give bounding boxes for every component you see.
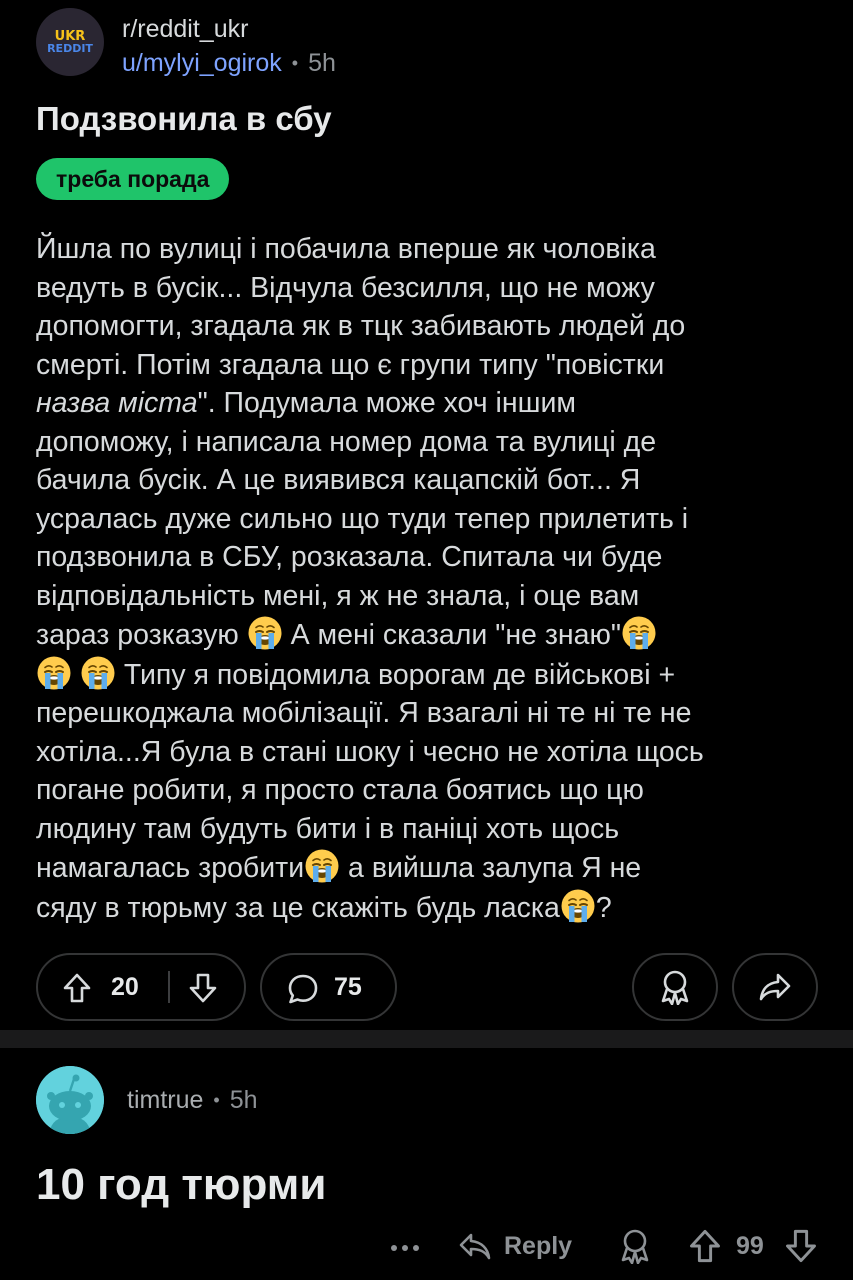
commenter-avatar[interactable] xyxy=(36,1066,104,1134)
post-time: 5h xyxy=(308,49,336,77)
body-line: хотіла...Я була в стані шоку і чесно не … xyxy=(36,735,704,768)
body-line: сяду в тюрьму за це скажіть будь ласка? xyxy=(36,888,826,928)
share-arrow-icon xyxy=(759,973,791,1001)
comment: timtrue • 5h 10 год тюрми Reply 99 xyxy=(0,1048,853,1280)
crying-emoji-icon xyxy=(247,615,283,651)
body-line: допоможу, і написала номер дома та вулиц… xyxy=(36,425,657,458)
body-line: подзвонила в СБУ, розказала. Спитала чи … xyxy=(36,541,663,573)
post-meta: r/reddit_ukr u/mylyi_ogirok • 5h xyxy=(122,8,336,79)
downvote-arrow-icon[interactable] xyxy=(188,972,218,1004)
body-segment: а вийшла залупа Я не xyxy=(340,852,642,884)
upvote-arrow-icon[interactable] xyxy=(62,972,92,1004)
vote-pill: 20 xyxy=(36,953,246,1021)
body-line: допомогти, згадала як в тцк забивають лю… xyxy=(36,310,686,342)
comment-user-line: timtrue • 5h xyxy=(127,1086,258,1115)
body-line: перешкоджала мобілізації. Я взагалі ні т… xyxy=(36,697,692,729)
subreddit-name[interactable]: r/reddit_ukr xyxy=(122,13,336,45)
award-icon xyxy=(661,970,689,1005)
more-options-icon[interactable] xyxy=(388,1234,422,1262)
reply-button[interactable]: Reply xyxy=(458,1230,572,1262)
crying-emoji-icon xyxy=(304,848,340,884)
crying-emoji-icon xyxy=(36,655,72,691)
meta-separator: • xyxy=(291,53,299,73)
crying-emoji-icon xyxy=(560,888,596,924)
reply-arrow-icon xyxy=(459,1233,491,1260)
body-italic: назва міста xyxy=(36,387,198,419)
comment-username[interactable]: timtrue xyxy=(127,1086,203,1115)
section-divider xyxy=(0,1030,853,1048)
body-line: усралась дуже сильно що туди тепер приле… xyxy=(36,502,689,535)
body-line: людину там будуть бити і в паніці хоть щ… xyxy=(36,812,620,845)
subreddit-avatar[interactable]: UKR REDDIT xyxy=(36,8,104,76)
comment-upvote-icon[interactable] xyxy=(688,1228,722,1264)
post-title[interactable]: Подзвонила в сбу xyxy=(36,96,332,142)
body-line: зараз розказую А мені сказали "не знаю" xyxy=(36,615,826,655)
comment-text: 10 год тюрми xyxy=(36,1160,327,1209)
body-segment: ". Подумала може хоч іншим xyxy=(197,387,576,419)
comments-button[interactable]: 75 xyxy=(260,953,397,1021)
body-segment: А мені сказали "не знаю" xyxy=(282,619,621,651)
body-line: ведуть в бусік... Відчула безсилля, що н… xyxy=(36,271,655,304)
body-line: відповідальність мені, я ж не знала, і о… xyxy=(36,579,640,612)
post-author[interactable]: u/mylyi_ogirok xyxy=(122,47,282,79)
body-line: Йшла по вулиці і побачила вперше як чоло… xyxy=(36,233,656,265)
subreddit-avatar-line1: UKR xyxy=(54,28,86,44)
comment-actions: Reply 99 xyxy=(388,1228,818,1268)
upvote-count: 20 xyxy=(111,973,139,1001)
body-segment: зараз розказую xyxy=(36,619,247,651)
comment-score: 99 xyxy=(736,1232,764,1260)
body-line: намагалась зробити а вийшла залупа Я не xyxy=(36,848,826,888)
reply-label: Reply xyxy=(504,1231,573,1260)
share-button[interactable] xyxy=(732,953,818,1021)
post-flair[interactable]: треба порада xyxy=(36,158,230,200)
comment-time: 5h xyxy=(229,1086,258,1114)
award-icon[interactable] xyxy=(618,1228,652,1264)
subreddit-avatar-line2: REDDIT xyxy=(47,41,93,55)
post-header: UKR REDDIT r/reddit_ukr u/mylyi_ogirok •… xyxy=(36,8,336,79)
comment-downvote-icon[interactable] xyxy=(784,1228,818,1264)
post-actions: 20 75 xyxy=(36,953,818,1021)
vote-separator xyxy=(168,971,170,1003)
comment-bubble-icon xyxy=(288,974,318,1004)
body-segment: намагалась зробити xyxy=(36,852,305,884)
body-line: назва міста". Подумала може хоч іншим xyxy=(36,384,826,423)
crying-emoji-icon xyxy=(80,655,116,691)
body-segment: Типу я повідомила ворогам де військові + xyxy=(115,658,676,691)
body-segment: сяду в тюрьму за це скажіть будь ласка xyxy=(36,891,560,924)
body-line: погане робити, я просто стала боятись що… xyxy=(36,774,644,806)
meta-separator: • xyxy=(213,1090,220,1110)
body-line: бачила бусік. А це виявився кацапскій бо… xyxy=(36,464,641,496)
body-segment: ? xyxy=(595,891,612,924)
award-button[interactable] xyxy=(632,953,718,1021)
post: UKR REDDIT r/reddit_ukr u/mylyi_ogirok •… xyxy=(0,0,853,1030)
comment-count: 75 xyxy=(334,973,362,1001)
body-line: смерті. Потім згадала що є групи типу "п… xyxy=(36,348,665,381)
post-body: Йшла по вулиці і побачила вперше як чоло… xyxy=(36,230,826,927)
snoo-avatar-icon xyxy=(36,1066,104,1134)
post-author-line: u/mylyi_ogirok • 5h xyxy=(122,47,336,79)
crying-emoji-icon xyxy=(621,615,657,651)
body-line: Типу я повідомила ворогам де військові + xyxy=(36,655,826,695)
